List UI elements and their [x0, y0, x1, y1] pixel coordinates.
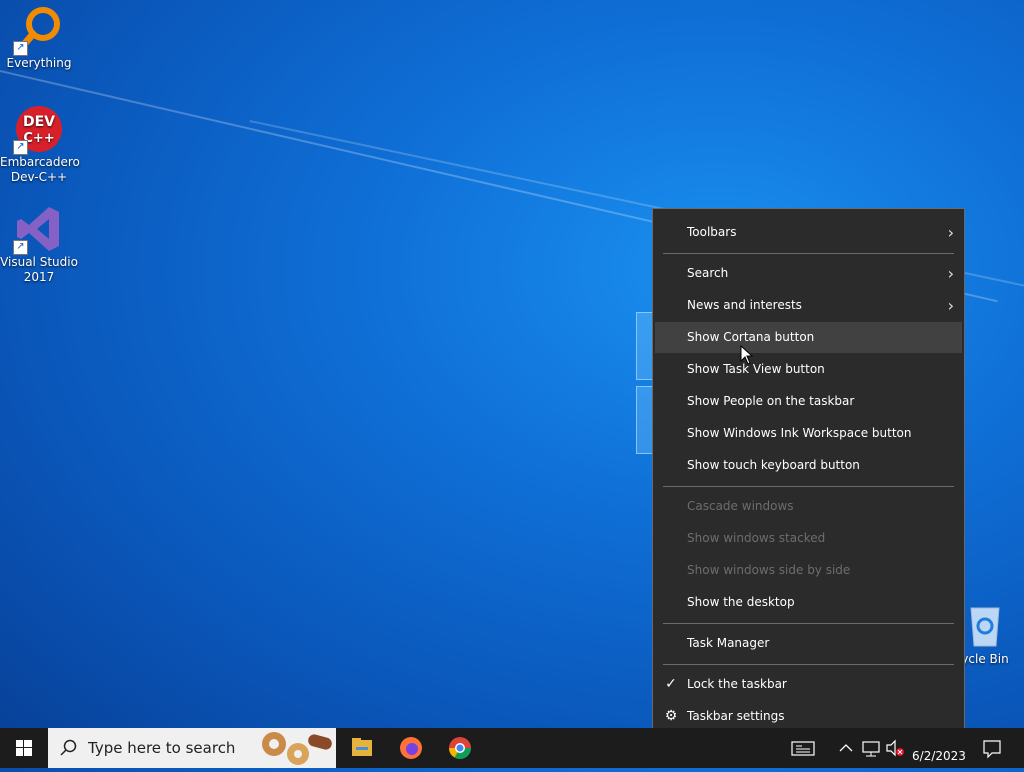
taskbar-context-menu: Toolbars › Search › News and interests ›…: [652, 208, 965, 742]
chrome-button[interactable]: [436, 728, 484, 768]
menu-item-lock-taskbar[interactable]: ✓ Lock the taskbar: [655, 669, 962, 700]
menu-separator: [663, 664, 954, 665]
network-button[interactable]: [860, 728, 882, 768]
visual-studio-icon: ↗: [13, 205, 63, 255]
menu-item-label: Search: [687, 266, 729, 280]
firefox-icon: [400, 737, 422, 759]
chevron-right-icon: ›: [947, 264, 954, 283]
chevron-right-icon: ›: [947, 296, 954, 315]
desktop-icon-label: ycle Bin: [961, 652, 1009, 666]
notification-icon: [983, 740, 1001, 759]
menu-item-label: Show People on the taskbar: [687, 394, 855, 408]
chevron-up-icon: [839, 744, 853, 752]
chrome-icon: [449, 737, 471, 759]
menu-item-label: Toolbars: [687, 225, 737, 239]
menu-item-label: Show windows stacked: [687, 531, 826, 545]
desktop-icon-visual-studio[interactable]: ↗ Visual Studio 2017: [0, 205, 78, 285]
taskbar: Type here to search 6/2/2023: [0, 728, 1024, 768]
menu-separator: [663, 486, 954, 487]
show-hidden-icons-button[interactable]: [836, 728, 856, 768]
menu-item-show-windows-stacked: Show windows stacked: [655, 523, 962, 554]
search-icon: [60, 739, 77, 756]
search-highlight-doodle-icon: [262, 732, 332, 765]
windows-logo-icon: [16, 740, 32, 756]
desktop-icon-label: Embarcadero Dev-C++: [0, 155, 80, 184]
file-explorer-button[interactable]: [338, 728, 386, 768]
news-icon: [791, 741, 815, 756]
menu-item-show-cortana-button[interactable]: Show Cortana button: [655, 322, 962, 353]
firefox-button[interactable]: [387, 728, 435, 768]
devcpp-icon: DEV C++ ↗: [13, 105, 63, 155]
search-placeholder: Type here to search: [88, 739, 236, 757]
desktop-icon-everything[interactable]: ↗ Everything: [0, 6, 78, 71]
file-explorer-icon: [352, 738, 372, 756]
svg-text:DEV: DEV: [23, 114, 55, 130]
menu-item-cascade-windows: Cascade windows: [655, 491, 962, 522]
action-center-button[interactable]: [980, 728, 1004, 768]
news-widget-button[interactable]: [788, 728, 818, 768]
menu-item-label: Show Windows Ink Workspace button: [687, 426, 912, 440]
chevron-right-icon: ›: [947, 223, 954, 242]
everything-search-icon: ↗: [13, 6, 63, 56]
clock-date: 6/2/2023: [912, 749, 966, 763]
menu-item-show-windows-side-by-side: Show windows side by side: [655, 555, 962, 586]
menu-item-label: Show touch keyboard button: [687, 458, 860, 472]
mouse-cursor-icon: [740, 345, 754, 365]
menu-item-search[interactable]: Search ›: [655, 258, 962, 289]
menu-separator: [663, 253, 954, 254]
menu-item-news-and-interests[interactable]: News and interests ›: [655, 290, 962, 321]
shortcut-arrow-icon: ↗: [13, 240, 28, 255]
clock[interactable]: 6/2/2023: [906, 728, 972, 768]
desktop-icon-label: Everything: [6, 56, 72, 70]
menu-item-label: Taskbar settings: [687, 709, 785, 723]
menu-item-label: Task Manager: [687, 636, 770, 650]
menu-item-toolbars[interactable]: Toolbars ›: [655, 217, 962, 248]
menu-item-show-touch-keyboard[interactable]: Show touch keyboard button: [655, 450, 962, 481]
shortcut-arrow-icon: ↗: [13, 140, 28, 155]
menu-item-show-desktop[interactable]: Show the desktop: [655, 587, 962, 618]
menu-item-task-manager[interactable]: Task Manager: [655, 628, 962, 659]
recycle-bin-icon: [961, 602, 1009, 650]
network-icon: [862, 741, 880, 757]
menu-separator: [663, 623, 954, 624]
checkmark-icon: ✓: [665, 676, 677, 692]
desktop-icon-label: Visual Studio 2017: [0, 255, 78, 284]
volume-muted-icon: [886, 739, 904, 757]
menu-item-label: Show windows side by side: [687, 563, 851, 577]
desktop-icon-devcpp[interactable]: DEV C++ ↗ Embarcadero Dev-C++: [0, 105, 80, 185]
search-box[interactable]: Type here to search: [48, 728, 336, 768]
menu-item-label: Cascade windows: [687, 499, 794, 513]
menu-item-label: Show Cortana button: [687, 330, 815, 344]
start-button[interactable]: [0, 728, 48, 768]
menu-item-show-task-view-button[interactable]: Show Task View button: [655, 354, 962, 385]
menu-item-show-ink-workspace[interactable]: Show Windows Ink Workspace button: [655, 418, 962, 449]
menu-item-show-people[interactable]: Show People on the taskbar: [655, 386, 962, 417]
svg-text:C++: C++: [23, 131, 54, 146]
menu-item-label: Show Task View button: [687, 362, 825, 376]
menu-item-label: News and interests: [687, 298, 802, 312]
menu-item-label: Lock the taskbar: [687, 677, 787, 691]
shortcut-arrow-icon: ↗: [13, 41, 28, 56]
menu-item-label: Show the desktop: [687, 595, 795, 609]
volume-button[interactable]: [884, 728, 906, 768]
